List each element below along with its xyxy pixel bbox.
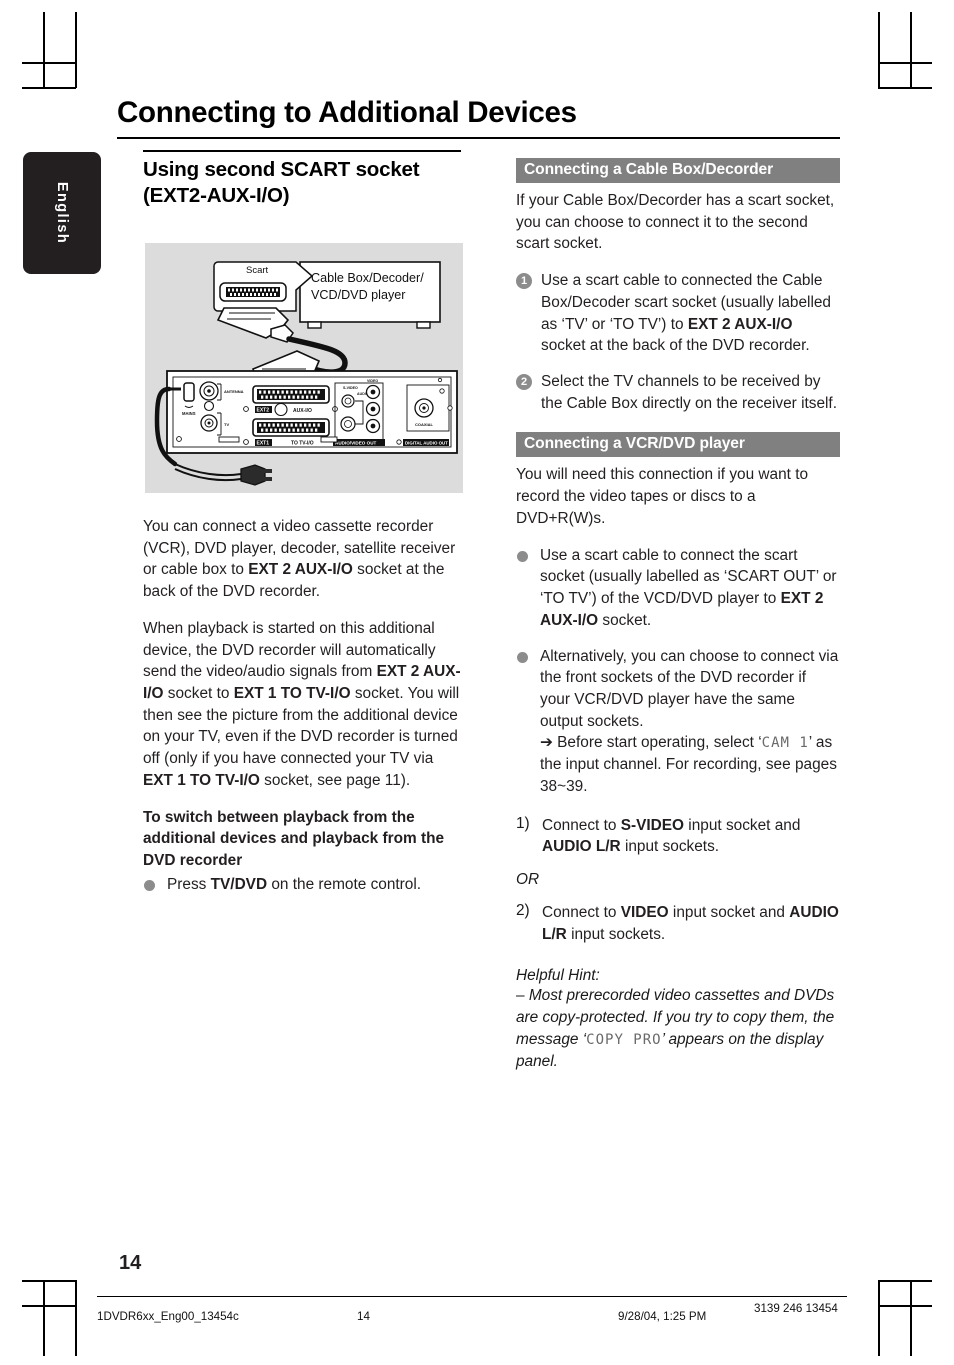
o2-part1: Connect to <box>542 903 621 921</box>
o1-part2: input socket and <box>684 816 801 834</box>
o2-part3: input sockets. <box>566 925 666 943</box>
alt-arrow-line: ➔ Before start operating, select ‘CAM 1’… <box>540 732 840 797</box>
svg-text:TO TV-I/O: TO TV-I/O <box>291 441 314 447</box>
left-column: Using second SCART socket (EXT2-AUX-I/O) <box>143 150 466 217</box>
option-2-label: 2) <box>516 901 530 919</box>
step-1-scart-cable: 1 Use a scart cable to connected the Cab… <box>516 270 840 357</box>
tvdvd-part1: Press <box>167 875 211 893</box>
o2-bold-video: VIDEO <box>620 903 669 921</box>
figure-device-label-line2: VCD/DVD player <box>311 288 406 303</box>
footer-date: 9/28/04, 1:25 PM <box>618 1310 707 1323</box>
press-tvdvd-text: Press TV/DVD on the remote control. <box>167 874 466 896</box>
o1-part3: input sockets. <box>620 838 720 856</box>
svg-text:VIDEO: VIDEO <box>367 379 378 383</box>
helpful-hint-heading: Helpful Hint: <box>516 967 600 985</box>
svg-text:EXT2: EXT2 <box>257 408 270 414</box>
alt-arrow-part1: ➔ Before start operating, select ‘ <box>540 734 762 752</box>
section-heading-scart: Using second SCART socket (EXT2-AUX-I/O) <box>143 157 466 209</box>
p2-bold-ext1-a: EXT 1 TO TV-I/O <box>233 685 351 703</box>
step-number-1: 1 <box>516 273 532 290</box>
alt-part1: Alternatively, you can choose to connect… <box>540 647 839 730</box>
footer-divider <box>97 1296 847 1298</box>
p2-part2: socket to <box>163 685 234 703</box>
left-column-body: You can connect a video cassette recorde… <box>143 516 466 910</box>
lcd-display-copy-pro: COPY PRO <box>586 1031 662 1048</box>
o1-bold-svideo: S-VIDEO <box>620 816 685 834</box>
section-bar-vcr-dvd: Connecting a VCR/DVD player <box>516 432 840 458</box>
svg-text:TV: TV <box>224 422 229 427</box>
svg-text:MAINS: MAINS <box>182 411 196 416</box>
step-number-2: 2 <box>516 374 532 391</box>
bullet-dot-icon <box>517 651 528 663</box>
lcd-display-cam1: CAM 1 <box>761 735 809 752</box>
bullet-scart-text: Use a scart cable to connect the scart s… <box>540 545 840 632</box>
paragraph-playback-behaviour: When playback is started on this additio… <box>143 618 466 792</box>
svg-text:AUDIO/VIDEO OUT: AUDIO/VIDEO OUT <box>335 441 377 446</box>
tvdvd-bold: TV/DVD <box>210 875 268 893</box>
manual-page: English Connecting to Additional Devices… <box>0 0 954 1365</box>
option-1-svideo: 1) Connect to S-VIDEO input socket and A… <box>516 815 840 858</box>
bullet-alternative-front-sockets: Alternatively, you can choose to connect… <box>516 646 840 798</box>
footer-filename: 1DVDR6xx_Eng00_13454c <box>97 1310 239 1323</box>
svg-text:AUX-I/O: AUX-I/O <box>293 408 312 414</box>
b1-part2: socket. <box>598 611 652 629</box>
list-item-press-tvdvd: Press TV/DVD on the remote control. <box>143 874 466 896</box>
paragraph-connect-devices: You can connect a video cassette recorde… <box>143 516 466 603</box>
right-column: Connecting a Cable Box/Decorder If your … <box>516 158 840 1072</box>
section-bar-cable-box: Connecting a Cable Box/Decorder <box>516 158 840 183</box>
figure-scart-label: Scart <box>246 265 269 276</box>
option-1-text: Connect to S-VIDEO input socket and AUDI… <box>542 815 840 858</box>
footer-doc-code: 3139 246 13454 <box>754 1302 838 1315</box>
o2-part2: input socket and <box>668 903 790 921</box>
bullet-dot-icon <box>517 550 528 562</box>
svg-text:COAXIAL: COAXIAL <box>415 422 434 427</box>
switch-playback-heading: To switch between playback from the addi… <box>143 808 445 870</box>
step-1-text: Use a scart cable to connected the Cable… <box>541 270 840 357</box>
o1-bold-audio: AUDIO L/R <box>542 838 621 856</box>
page-number: 14 <box>119 1252 142 1274</box>
p2-bold-ext1-b: EXT 1 TO TV-I/O <box>143 771 260 789</box>
cable-box-intro: If your Cable Box/Decorder has a scart s… <box>516 192 835 253</box>
bullet-alternative-text: Alternatively, you can choose to connect… <box>540 646 840 798</box>
option-1-label: 1) <box>516 814 530 832</box>
s1-bold-ext2: EXT 2 AUX-I/O <box>687 315 793 333</box>
p2-part4: socket, see page 11). <box>259 771 411 789</box>
svg-text:EXT1: EXT1 <box>257 441 270 447</box>
tvdvd-part2: on the remote control. <box>267 875 422 893</box>
bullet-dot-icon <box>144 879 155 891</box>
step-2-text: Select the TV channels to be received by… <box>541 373 837 412</box>
language-tab: English <box>23 152 101 274</box>
svg-text:S-VIDEO: S-VIDEO <box>343 386 358 390</box>
s1-part2: socket at the back of the DVD recorder. <box>541 337 810 355</box>
language-tab-label: English <box>54 181 70 245</box>
figure-device-label-line1: Cable Box/Decoder/ <box>311 271 424 285</box>
helpful-hint-body: – Most prerecorded video cassettes and D… <box>516 985 840 1072</box>
step-2-select-channels: 2 Select the TV channels to be received … <box>516 371 840 414</box>
section-heading-line2: (EXT2-AUX-I/O) <box>143 184 290 208</box>
vcr-dvd-intro: You will need this connection if you wan… <box>516 466 809 527</box>
o1-part1: Connect to <box>542 816 621 834</box>
svg-text:ANTENNA: ANTENNA <box>224 389 244 394</box>
option-2-video: 2) Connect to VIDEO input socket and AUD… <box>516 902 840 945</box>
footer-page-number: 14 <box>357 1310 370 1323</box>
title-divider <box>117 137 840 140</box>
svg-text:DIGITAL AUDIO OUT: DIGITAL AUDIO OUT <box>405 441 448 446</box>
subheading-divider <box>143 150 461 152</box>
page-title: Connecting to Additional Devices <box>117 96 577 129</box>
option-2-text: Connect to VIDEO input socket and AUDIO … <box>542 902 840 945</box>
figure-device-label: Cable Box/Decoder/ VCD/DVD player <box>311 270 451 305</box>
bullet-scart-cable-connect: Use a scart cable to connect the scart s… <box>516 545 840 632</box>
section-heading-line1: Using second SCART socket <box>143 158 420 181</box>
or-separator: OR <box>516 870 540 888</box>
p1-bold-ext2: EXT 2 AUX-I/O <box>248 561 353 579</box>
